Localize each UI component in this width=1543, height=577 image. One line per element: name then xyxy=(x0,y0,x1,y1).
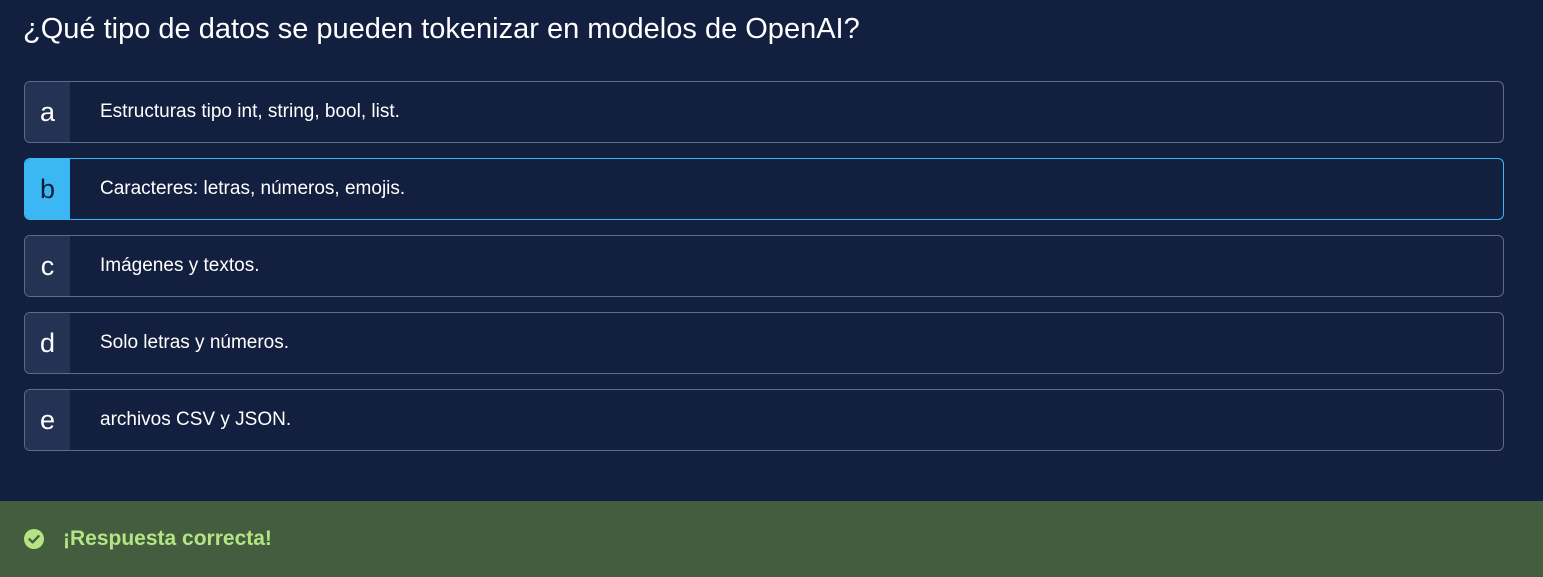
option-text: Estructuras tipo int, string, bool, list… xyxy=(100,101,400,122)
option-text: Solo letras y números. xyxy=(100,332,290,353)
option-e[interactable]: e archivos CSV y JSON. xyxy=(24,389,1504,451)
feedback-message: ¡Respuesta correcta! xyxy=(63,527,272,550)
option-text: Caracteres: letras, números, emojis. xyxy=(100,178,406,199)
feedback-banner: ¡Respuesta correcta! xyxy=(0,501,1543,577)
option-letter: d xyxy=(25,313,70,373)
check-circle-icon xyxy=(24,529,44,549)
option-b[interactable]: b Caracteres: letras, números, emojis. xyxy=(24,158,1504,220)
option-d[interactable]: d Solo letras y números. xyxy=(24,312,1504,374)
question-title: ¿Qué tipo de datos se pueden tokenizar e… xyxy=(23,13,860,45)
option-text: Imágenes y textos. xyxy=(100,255,260,276)
option-c[interactable]: c Imágenes y textos. xyxy=(24,235,1504,297)
option-letter: e xyxy=(25,390,70,450)
option-letter: a xyxy=(25,82,70,142)
option-a[interactable]: a Estructuras tipo int, string, bool, li… xyxy=(24,81,1504,143)
option-text: archivos CSV y JSON. xyxy=(100,409,292,430)
option-letter: b xyxy=(25,159,70,219)
option-letter: c xyxy=(25,236,70,296)
answer-options: a Estructuras tipo int, string, bool, li… xyxy=(24,81,1504,466)
